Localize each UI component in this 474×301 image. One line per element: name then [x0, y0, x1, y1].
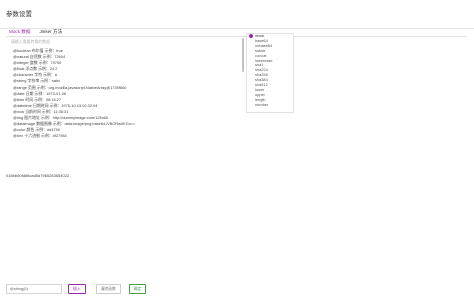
hash-output: 016bb5066f6cad5d7965263654022 [6, 173, 70, 178]
bottom-controls: 插入 清除函数 确定 [6, 284, 147, 294]
editor-line: @hex 十六进制 示例：#f27984 [13, 133, 67, 139]
insert-button[interactable]: 插入 [68, 284, 86, 294]
confirm-button[interactable]: 确定 [128, 284, 147, 294]
dropdown-item[interactable]: number [247, 102, 293, 108]
code-editor[interactable]: 请输入需要转换的数据 @boolean 布尔值 示例：true @natural… [6, 37, 246, 171]
page-title: 参数设置 [6, 11, 32, 18]
app-header: 参数设置 [0, 0, 474, 29]
editor-lines: @boolean 布尔值 示例：true @natural 自然数 示例：726… [13, 48, 135, 139]
autocomplete-dropdown: mock base64 unbase64 substr concat lower… [246, 33, 294, 113]
editor-placeholder: 请输入需要转换的数据 [11, 39, 50, 44]
function-input[interactable] [6, 284, 62, 294]
mock-icon [249, 34, 253, 39]
editor-line: @range 范围 示例：org.mozilla.javascript.Nati… [13, 84, 127, 90]
editor-scrollbar[interactable] [242, 38, 244, 72]
clear-function-button[interactable]: 清除函数 [95, 284, 121, 294]
